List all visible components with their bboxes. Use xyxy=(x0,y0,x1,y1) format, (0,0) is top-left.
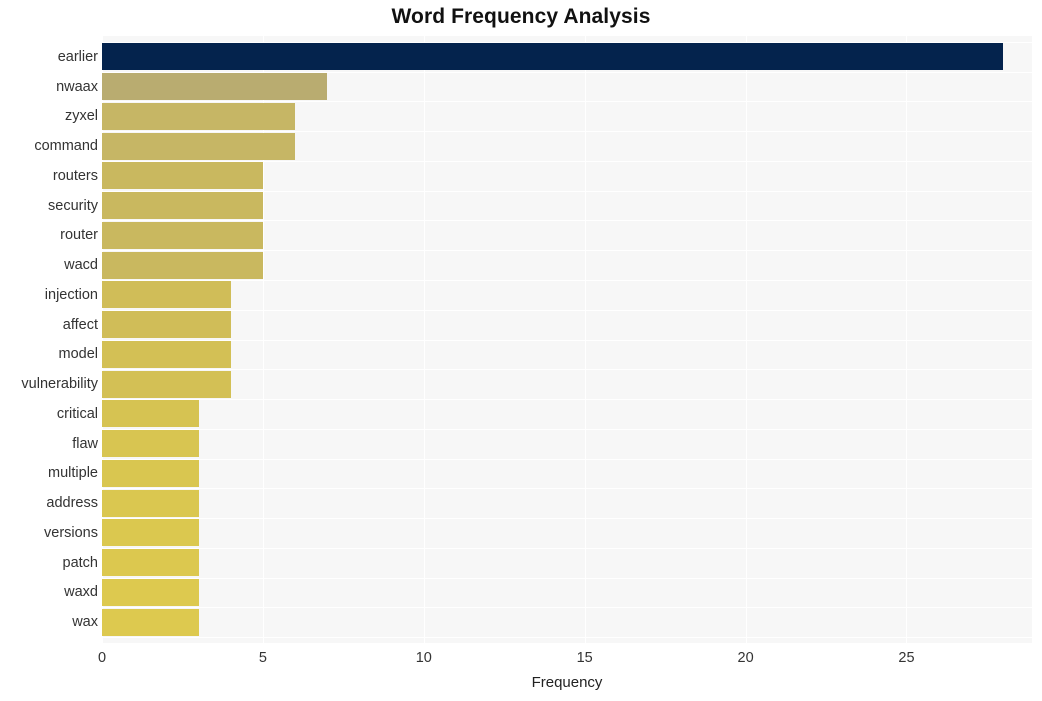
y-gridline xyxy=(102,548,1032,549)
y-axis-tick-label: critical xyxy=(56,405,98,422)
bar[interactable] xyxy=(102,102,296,130)
y-gridline xyxy=(102,369,1032,370)
y-axis-tick-label: versions xyxy=(44,524,98,541)
x-axis-tick-labels: 0 5 10 15 20 25 xyxy=(0,650,1042,670)
bar[interactable] xyxy=(102,340,231,368)
chart-title: Word Frequency Analysis xyxy=(391,5,651,28)
y-axis-tick-label: nwaax xyxy=(56,78,98,95)
y-axis-tick-label: address xyxy=(46,495,98,512)
y-gridline xyxy=(102,399,1032,400)
x-axis-title: Frequency xyxy=(531,674,603,691)
y-axis-labels: earlier nwaax zyxel command routers security r… xyxy=(0,36,98,643)
y-axis-tick-label: router xyxy=(60,227,98,244)
bar[interactable] xyxy=(102,549,199,577)
bar[interactable] xyxy=(102,489,199,517)
bar[interactable] xyxy=(102,192,263,220)
bar[interactable] xyxy=(102,311,231,339)
bar[interactable] xyxy=(102,370,231,398)
y-gridline xyxy=(102,340,1032,341)
y-axis-tick-label: zyxel xyxy=(64,108,98,125)
bar[interactable] xyxy=(102,221,263,249)
y-axis-tick-label: injection xyxy=(44,286,98,303)
y-axis-tick-label: patch xyxy=(62,554,98,571)
y-axis-tick-label: affect xyxy=(62,316,98,333)
y-axis-tick-label: model xyxy=(58,346,99,363)
y-gridline xyxy=(102,607,1032,608)
y-axis-tick-label: routers xyxy=(52,167,98,184)
y-gridline xyxy=(102,488,1032,489)
y-gridline xyxy=(102,637,1032,638)
bar[interactable] xyxy=(102,162,263,190)
bar[interactable] xyxy=(102,251,263,279)
y-gridline xyxy=(102,429,1032,430)
x-axis-tick-label: 25 xyxy=(898,650,915,666)
y-axis-tick-label: vulnerability xyxy=(21,376,98,393)
bar[interactable] xyxy=(102,608,199,636)
x-axis-tick-label: 10 xyxy=(415,650,432,666)
bar[interactable] xyxy=(102,430,199,458)
y-axis-tick-label: earlier xyxy=(57,48,98,65)
y-gridline xyxy=(102,578,1032,579)
y-gridline xyxy=(102,459,1032,460)
plot-area xyxy=(102,36,1032,643)
bar[interactable] xyxy=(102,459,199,487)
y-axis-tick-label: wax xyxy=(72,614,98,631)
bar[interactable] xyxy=(102,281,231,309)
y-gridline xyxy=(102,220,1032,221)
bar[interactable] xyxy=(102,578,199,606)
bar[interactable] xyxy=(102,73,328,101)
bar[interactable] xyxy=(102,132,296,160)
y-gridline xyxy=(102,310,1032,311)
x-axis-tick-label: 5 xyxy=(258,650,267,666)
y-gridline xyxy=(102,280,1032,281)
y-gridline xyxy=(102,518,1032,519)
y-axis-tick-label: command xyxy=(34,138,98,155)
bar[interactable] xyxy=(102,519,199,547)
y-axis-tick-label: flaw xyxy=(72,435,98,452)
y-axis-tick-label: multiple xyxy=(48,465,98,482)
x-axis-tick-label: 15 xyxy=(576,650,593,666)
y-axis-tick-label: security xyxy=(48,197,98,214)
y-axis-tick-label: wacd xyxy=(64,257,98,274)
bar[interactable] xyxy=(102,400,199,428)
x-axis-tick-label: 0 xyxy=(97,650,107,666)
x-axis-tick-label: 20 xyxy=(737,650,754,666)
bar[interactable] xyxy=(102,43,1004,71)
y-axis-tick-label: waxd xyxy=(64,584,98,601)
chart-figure: Word Frequency Analysis earlier nwaax zyxe… xyxy=(0,0,1042,701)
